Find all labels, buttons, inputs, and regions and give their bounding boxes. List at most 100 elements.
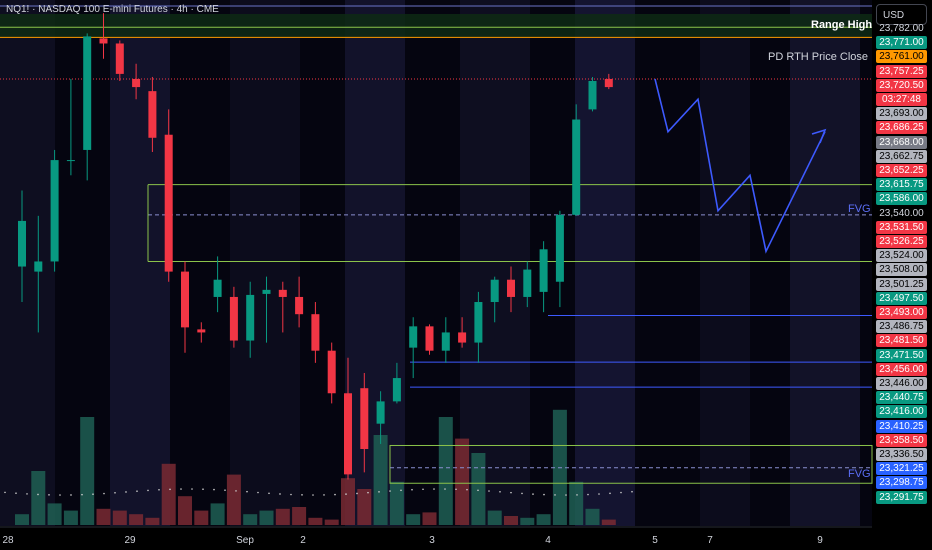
indicator-dot	[477, 489, 479, 492]
candle-body	[295, 296, 304, 315]
indicator-dot	[631, 490, 633, 493]
indicator-dot	[235, 490, 237, 492]
volume-bar	[324, 519, 339, 525]
candle-body	[572, 119, 581, 215]
indicator-dot	[532, 493, 534, 495]
indicator-dot	[587, 493, 589, 496]
indicator-dot	[268, 492, 270, 495]
indicator-dot	[191, 488, 193, 490]
price-label: 23,720.50	[876, 78, 927, 92]
indicator-dot	[158, 488, 160, 491]
symbol-title[interactable]: NQ1! · NASDAQ 100 E-mini Futures · 4h · …	[6, 4, 219, 15]
indicator-dot	[521, 492, 523, 495]
indicator-dot	[103, 492, 105, 495]
indicator-dot	[125, 491, 127, 493]
candle-body	[523, 269, 532, 297]
volume-bar	[31, 471, 46, 525]
price-label: 23,615.75	[876, 178, 927, 192]
volume-bar	[145, 517, 160, 525]
indicator-dot	[312, 494, 314, 496]
fvg-lower-label: FVG	[848, 468, 871, 480]
time-axis-label: 3	[429, 535, 435, 546]
indicator-dot	[301, 494, 303, 496]
price-label: 23,298.75	[876, 476, 927, 490]
volume-bar	[112, 510, 127, 525]
volume-bar	[63, 510, 78, 525]
price-label: 23,668.00	[876, 135, 927, 149]
time-axis-label: 2	[300, 535, 306, 546]
price-label: 23,782.00	[879, 23, 924, 34]
candle-body	[507, 279, 515, 297]
candle-body	[148, 91, 157, 138]
indicator-dot	[323, 494, 325, 496]
fvg-upper-label: FVG	[848, 203, 871, 215]
volume-bar	[275, 508, 290, 525]
indicator-dot	[246, 490, 248, 493]
volume-bar	[422, 512, 437, 525]
price-label: 23,291.75	[876, 490, 927, 504]
indicator-dot	[59, 494, 61, 496]
indicator-dot	[202, 488, 204, 490]
price-label: 23,481.50	[876, 334, 927, 348]
indicator-dot	[169, 488, 171, 491]
volume-bar	[455, 438, 470, 525]
volume-bar	[161, 463, 176, 525]
candle-body	[115, 43, 124, 74]
candle-body	[181, 271, 189, 328]
price-label: 23,471.50	[876, 348, 927, 362]
price-label: 23,757.25	[876, 64, 927, 78]
time-axis-label: Sep	[236, 535, 254, 546]
indicator-dot	[576, 494, 578, 496]
volume-bar	[15, 514, 29, 525]
volume-bar	[96, 508, 111, 525]
indicator-dot	[257, 491, 259, 494]
time-axis-label: 29	[124, 535, 136, 546]
time-axis-label: 4	[545, 535, 551, 546]
indicator-dot	[180, 488, 182, 490]
indicator-dot	[444, 488, 446, 490]
volume-bar	[259, 510, 274, 525]
indicator-dot	[26, 493, 28, 495]
volume-bar	[129, 514, 144, 525]
candle-body	[425, 326, 434, 351]
candle-body	[262, 289, 271, 294]
price-label: 03:27:48	[876, 93, 927, 106]
indicator-dot	[136, 490, 138, 492]
volume-bar	[178, 496, 192, 525]
price-label: 23,497.50	[876, 291, 927, 305]
indicator-dot	[92, 493, 94, 495]
indicator-dot	[356, 492, 358, 495]
volume-bar	[569, 481, 584, 525]
indicator-dot	[411, 488, 413, 491]
time-axis-label: 28	[2, 535, 14, 546]
indicator-dot	[290, 493, 292, 496]
indicator-dot	[114, 491, 116, 494]
indicator-dot	[554, 494, 556, 496]
price-label: 23,586.00	[876, 192, 927, 206]
volume-bar	[226, 474, 241, 525]
candle-body	[66, 160, 75, 162]
candle-body	[18, 220, 26, 267]
volume-bar	[80, 417, 95, 525]
indicator-dot	[565, 494, 567, 496]
indicator-dot	[37, 493, 39, 496]
price-label: 23,540.00	[879, 207, 924, 219]
volume-bar	[504, 516, 518, 525]
candle-body	[132, 78, 141, 88]
price-label: 23,771.00	[876, 36, 927, 50]
candle-body	[99, 38, 108, 44]
candle-body	[83, 36, 92, 150]
indicator-dot	[389, 490, 391, 492]
indicator-dot	[433, 488, 435, 490]
candle-body	[34, 261, 43, 272]
range-high-zone	[0, 14, 872, 38]
price-label: 23,493.00	[876, 306, 927, 319]
candle-body	[327, 350, 336, 394]
indicator-dot	[466, 488, 468, 491]
volume-bar	[243, 514, 258, 525]
indicator-dot	[224, 489, 226, 491]
time-axis: 28 29 Sep 2 3 4 5 7 9	[0, 526, 872, 546]
candle-body	[344, 393, 352, 475]
candle-body	[490, 279, 499, 303]
time-axis-label: 7	[707, 535, 713, 546]
